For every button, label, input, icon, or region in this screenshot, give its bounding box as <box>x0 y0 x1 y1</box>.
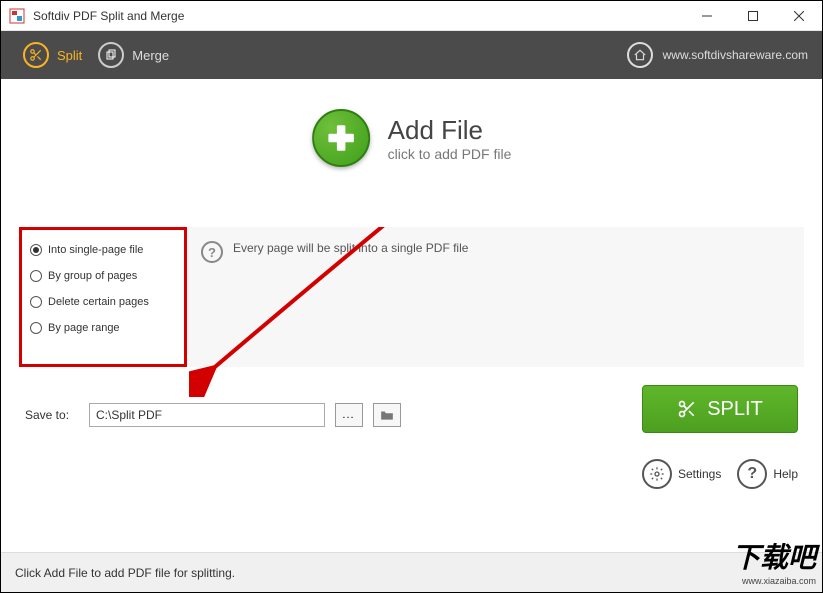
home-icon[interactable] <box>627 42 653 68</box>
minimize-button[interactable] <box>684 1 730 31</box>
watermark: 下载吧 www.xiazaiba.com <box>732 536 816 586</box>
settings-label: Settings <box>678 467 721 481</box>
split-button[interactable]: SPLIT <box>642 385 798 433</box>
scissors-icon <box>677 399 697 419</box>
window-title: Softdiv PDF Split and Merge <box>33 9 684 23</box>
radio-icon <box>30 244 42 256</box>
question-icon: ? <box>737 459 767 489</box>
radio-delete-pages[interactable]: Delete certain pages <box>30 296 176 308</box>
close-button[interactable] <box>776 1 822 31</box>
radio-by-group[interactable]: By group of pages <box>30 270 176 282</box>
save-to-label: Save to: <box>25 408 79 422</box>
split-mode-panel: Into single-page file By group of pages … <box>19 227 187 367</box>
radio-label: Into single-page file <box>48 244 143 256</box>
option-description: Every page will be split into a single P… <box>233 241 468 255</box>
help-label: Help <box>773 467 798 481</box>
radio-icon <box>30 270 42 282</box>
watermark-text: 下载吧 <box>732 536 816 576</box>
radio-label: By page range <box>48 322 120 334</box>
footer-actions: Settings ? Help <box>642 459 798 489</box>
maximize-button[interactable] <box>730 1 776 31</box>
save-path-input[interactable] <box>89 403 325 427</box>
status-text: Click Add File to add PDF file for split… <box>15 566 235 580</box>
radio-label: Delete certain pages <box>48 296 149 308</box>
scissors-icon <box>23 42 49 68</box>
mode-toolbar: Split Merge www.softdivshareware.com <box>1 31 822 79</box>
open-folder-button[interactable] <box>373 403 401 427</box>
radio-label: By group of pages <box>48 270 137 282</box>
radio-icon <box>30 322 42 334</box>
radio-icon <box>30 296 42 308</box>
merge-icon <box>98 42 124 68</box>
radio-by-range[interactable]: By page range <box>30 322 176 334</box>
add-file-button[interactable]: Add File click to add PDF file <box>312 109 512 167</box>
question-icon: ? <box>201 241 223 263</box>
gear-icon <box>642 459 672 489</box>
statusbar: Click Add File to add PDF file for split… <box>1 552 822 592</box>
app-icon <box>9 8 25 24</box>
add-file-subtitle: click to add PDF file <box>388 146 512 162</box>
split-button-label: SPLIT <box>707 398 763 421</box>
titlebar: Softdiv PDF Split and Merge <box>1 1 822 31</box>
tab-merge-label: Merge <box>132 48 169 63</box>
add-file-text: Add File click to add PDF file <box>388 115 512 162</box>
split-options-row: Into single-page file By group of pages … <box>19 227 804 367</box>
save-row: Save to: ... SPLIT <box>25 397 798 433</box>
tab-split-label: Split <box>57 48 82 63</box>
settings-button[interactable]: Settings <box>642 459 721 489</box>
tab-split[interactable]: Split <box>15 31 90 79</box>
main-content: Add File click to add PDF file Into sing… <box>1 79 822 552</box>
tab-merge[interactable]: Merge <box>90 31 177 79</box>
help-button[interactable]: ? Help <box>737 459 798 489</box>
watermark-url: www.xiazaiba.com <box>732 576 816 586</box>
browse-button[interactable]: ... <box>335 403 363 427</box>
add-file-title: Add File <box>388 115 512 146</box>
plus-icon <box>312 109 370 167</box>
option-description-panel: ? Every page will be split into a single… <box>187 227 804 367</box>
radio-into-single-page[interactable]: Into single-page file <box>30 244 176 256</box>
website-link[interactable]: www.softdivshareware.com <box>663 48 808 62</box>
